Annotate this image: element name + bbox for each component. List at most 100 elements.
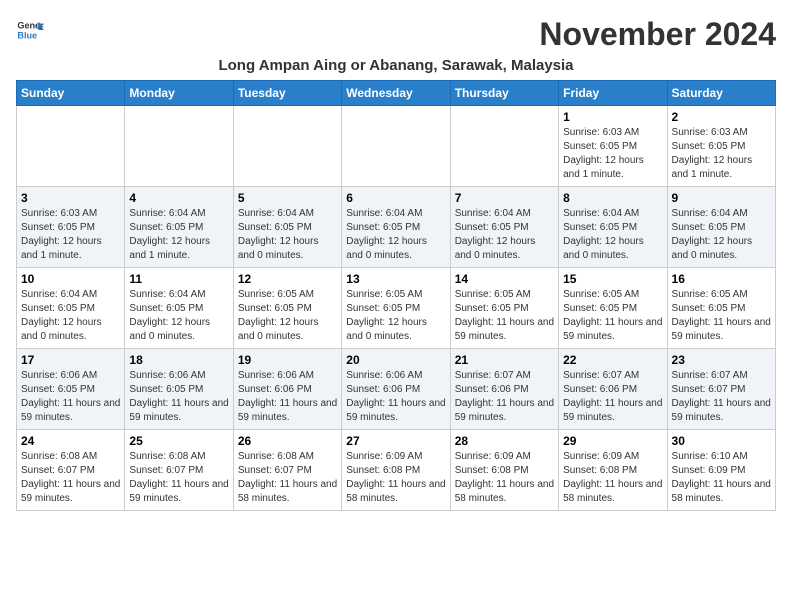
day-info: Sunrise: 6:04 AM Sunset: 6:05 PM Dayligh… [129,207,228,263]
calendar-cell: 15 Sunrise: 6:05 AM Sunset: 6:05 PM Dayli… [559,268,667,349]
day-number: 4 [129,191,228,205]
calendar-cell: 17 Sunrise: 6:06 AM Sunset: 6:05 PM Dayli… [17,349,125,430]
calendar-cell: 8Sunrise: 6:04 AM Sunset: 6:05 PM Daylig… [559,187,667,268]
location-title: Long Ampan Aing or Abanang, Sarawak, Mal… [16,57,776,74]
calendar-cell: 24 Sunrise: 6:08 AM Sunset: 6:07 PM Dayli… [17,430,125,511]
day-info: Sunrise: 6:06 AM Sunset: 6:05 PM Dayligh… [21,369,120,425]
calendar-cell: 30Sunrise: 6:10 AM Sunset: 6:09 PM Dayli… [667,430,775,511]
calendar-cell [125,106,233,187]
calendar-cell: 28 Sunrise: 6:09 AM Sunset: 6:08 PM Dayli… [450,430,558,511]
calendar-cell: 23 Sunrise: 6:07 AM Sunset: 6:07 PM Dayli… [667,349,775,430]
day-info: Sunrise: 6:05 AM Sunset: 6:05 PM Dayligh… [672,288,771,344]
calendar-cell: 2 Sunrise: 6:03 AM Sunset: 6:05 PM Daylig… [667,106,775,187]
day-number: 2 [672,110,771,124]
day-number: 18 [129,353,228,367]
day-number: 24 [21,434,120,448]
svg-text:Blue: Blue [17,30,37,40]
weekday-header-sunday: Sunday [17,81,125,106]
day-number: 23 [672,353,771,367]
day-info: Sunrise: 6:08 AM Sunset: 6:07 PM Dayligh… [129,450,228,506]
calendar-cell: 4 Sunrise: 6:04 AM Sunset: 6:05 PM Daylig… [125,187,233,268]
calendar: SundayMondayTuesdayWednesdayThursdayFrid… [16,80,776,511]
day-number: 16 [672,272,771,286]
logo-icon: General Blue [16,16,44,44]
day-number: 26 [238,434,337,448]
day-info: Sunrise: 6:04 AM Sunset: 6:05 PM Dayligh… [346,207,445,263]
day-info: Sunrise: 6:06 AM Sunset: 6:06 PM Dayligh… [238,369,337,425]
calendar-cell [17,106,125,187]
day-info: Sunrise: 6:07 AM Sunset: 6:06 PM Dayligh… [455,369,554,425]
day-info: Sunrise: 6:08 AM Sunset: 6:07 PM Dayligh… [21,450,120,506]
day-number: 9 [672,191,771,205]
day-info: Sunrise: 6:03 AM Sunset: 6:05 PM Dayligh… [672,126,771,182]
month-title: November 2024 [539,16,776,53]
day-info: Sunrise: 6:04 AM Sunset: 6:05 PM Dayligh… [21,288,120,344]
day-number: 3 [21,191,120,205]
day-info: Sunrise: 6:03 AM Sunset: 6:05 PM Dayligh… [563,126,662,182]
day-number: 17 [21,353,120,367]
calendar-cell: 18 Sunrise: 6:06 AM Sunset: 6:05 PM Dayli… [125,349,233,430]
day-number: 19 [238,353,337,367]
calendar-cell: 7 Sunrise: 6:04 AM Sunset: 6:05 PM Daylig… [450,187,558,268]
calendar-cell: 1Sunrise: 6:03 AM Sunset: 6:05 PM Daylig… [559,106,667,187]
weekday-header-saturday: Saturday [667,81,775,106]
calendar-cell: 27Sunrise: 6:09 AM Sunset: 6:08 PM Dayli… [342,430,450,511]
day-info: Sunrise: 6:09 AM Sunset: 6:08 PM Dayligh… [455,450,554,506]
weekday-header-friday: Friday [559,81,667,106]
day-info: Sunrise: 6:07 AM Sunset: 6:07 PM Dayligh… [672,369,771,425]
day-number: 11 [129,272,228,286]
day-number: 13 [346,272,445,286]
day-info: Sunrise: 6:04 AM Sunset: 6:05 PM Dayligh… [129,288,228,344]
day-number: 15 [563,272,662,286]
day-info: Sunrise: 6:06 AM Sunset: 6:06 PM Dayligh… [346,369,445,425]
weekday-header-monday: Monday [125,81,233,106]
day-number: 28 [455,434,554,448]
calendar-cell: 16 Sunrise: 6:05 AM Sunset: 6:05 PM Dayli… [667,268,775,349]
day-number: 6 [346,191,445,205]
day-number: 10 [21,272,120,286]
calendar-cell: 12 Sunrise: 6:05 AM Sunset: 6:05 PM Dayli… [233,268,341,349]
day-info: Sunrise: 6:09 AM Sunset: 6:08 PM Dayligh… [346,450,445,506]
calendar-cell [450,106,558,187]
day-info: Sunrise: 6:04 AM Sunset: 6:05 PM Dayligh… [455,207,554,263]
day-info: Sunrise: 6:06 AM Sunset: 6:05 PM Dayligh… [129,369,228,425]
weekday-header-thursday: Thursday [450,81,558,106]
calendar-cell: 5 Sunrise: 6:04 AM Sunset: 6:05 PM Daylig… [233,187,341,268]
logo: General Blue [16,16,44,44]
day-info: Sunrise: 6:05 AM Sunset: 6:05 PM Dayligh… [455,288,554,344]
day-number: 12 [238,272,337,286]
day-info: Sunrise: 6:07 AM Sunset: 6:06 PM Dayligh… [563,369,662,425]
calendar-cell: 26 Sunrise: 6:08 AM Sunset: 6:07 PM Dayli… [233,430,341,511]
calendar-cell: 19 Sunrise: 6:06 AM Sunset: 6:06 PM Dayli… [233,349,341,430]
calendar-cell: 25 Sunrise: 6:08 AM Sunset: 6:07 PM Dayli… [125,430,233,511]
calendar-cell: 13 Sunrise: 6:05 AM Sunset: 6:05 PM Dayli… [342,268,450,349]
weekday-header-tuesday: Tuesday [233,81,341,106]
day-info: Sunrise: 6:10 AM Sunset: 6:09 PM Dayligh… [672,450,771,506]
day-info: Sunrise: 6:03 AM Sunset: 6:05 PM Dayligh… [21,207,120,263]
day-info: Sunrise: 6:05 AM Sunset: 6:05 PM Dayligh… [563,288,662,344]
day-info: Sunrise: 6:04 AM Sunset: 6:05 PM Dayligh… [238,207,337,263]
day-info: Sunrise: 6:09 AM Sunset: 6:08 PM Dayligh… [563,450,662,506]
calendar-cell: 11 Sunrise: 6:04 AM Sunset: 6:05 PM Dayli… [125,268,233,349]
day-number: 25 [129,434,228,448]
day-number: 21 [455,353,554,367]
day-number: 8 [563,191,662,205]
day-number: 5 [238,191,337,205]
day-info: Sunrise: 6:04 AM Sunset: 6:05 PM Dayligh… [672,207,771,263]
calendar-cell: 3 Sunrise: 6:03 AM Sunset: 6:05 PM Daylig… [17,187,125,268]
day-number: 14 [455,272,554,286]
day-number: 22 [563,353,662,367]
calendar-cell: 29 Sunrise: 6:09 AM Sunset: 6:08 PM Dayli… [559,430,667,511]
header: General Blue November 2024 [16,16,776,53]
day-info: Sunrise: 6:05 AM Sunset: 6:05 PM Dayligh… [346,288,445,344]
day-number: 29 [563,434,662,448]
calendar-cell: 21 Sunrise: 6:07 AM Sunset: 6:06 PM Dayli… [450,349,558,430]
calendar-cell [342,106,450,187]
day-number: 20 [346,353,445,367]
day-number: 7 [455,191,554,205]
weekday-header-wednesday: Wednesday [342,81,450,106]
calendar-cell [233,106,341,187]
day-info: Sunrise: 6:05 AM Sunset: 6:05 PM Dayligh… [238,288,337,344]
calendar-cell: 6 Sunrise: 6:04 AM Sunset: 6:05 PM Daylig… [342,187,450,268]
day-info: Sunrise: 6:08 AM Sunset: 6:07 PM Dayligh… [238,450,337,506]
